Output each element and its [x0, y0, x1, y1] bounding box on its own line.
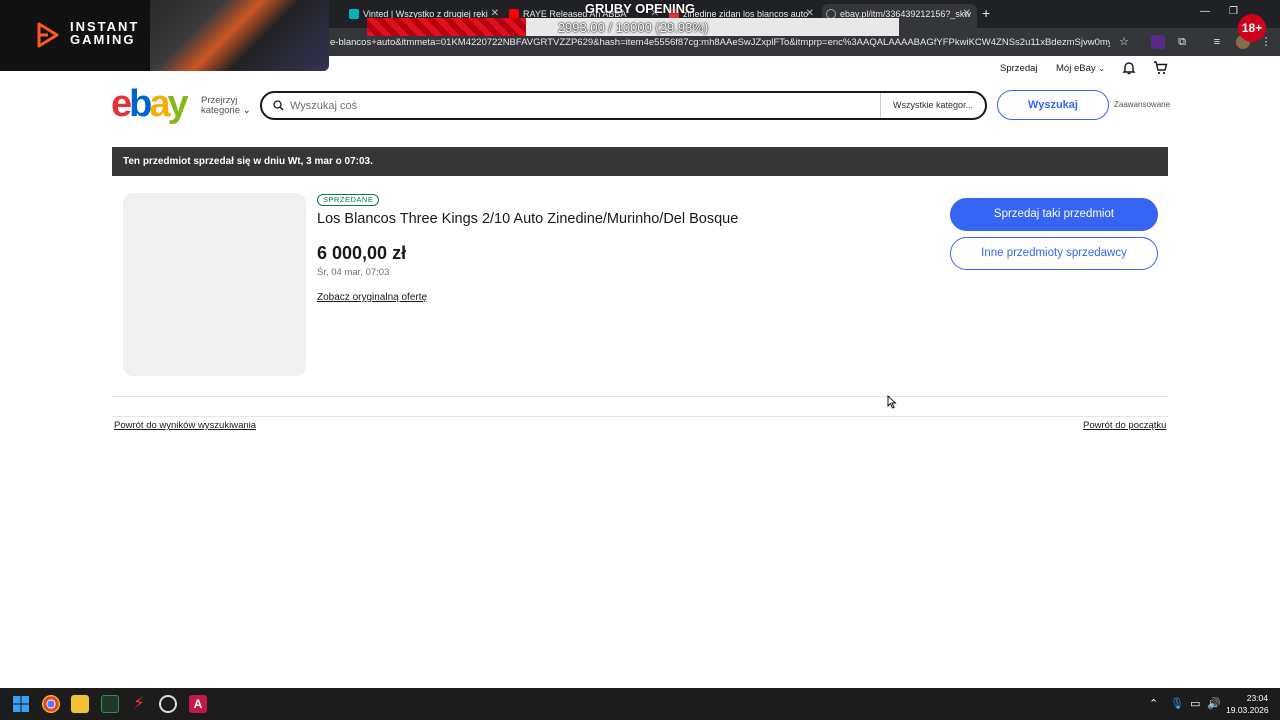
clock-time[interactable]: 23:04 [1240, 693, 1268, 703]
stream-progress-text: 2993.00 / 10000 (29.93%) [557, 20, 709, 35]
instant-gaming-brand: INSTANT GAMING [70, 19, 140, 47]
app-taskbar-icon[interactable]: A [189, 695, 207, 713]
close-icon[interactable]: ✕ [963, 4, 971, 24]
logo-letter: y [167, 83, 189, 125]
maximize-icon[interactable]: ❐ [1229, 6, 1238, 17]
age-rating-badge: 18+ [1238, 14, 1266, 42]
network-icon[interactable]: ▭ [1190, 697, 1200, 710]
cart-icon[interactable] [1153, 61, 1168, 75]
tray-chevron-up-icon[interactable]: ⌃ [1149, 697, 1158, 710]
my-ebay-label: Mój eBay [1056, 63, 1096, 74]
media-control-icon[interactable]: ≡ [1210, 35, 1224, 49]
divider [112, 396, 1168, 397]
search-bar: Wszystkie kategor... [260, 91, 987, 120]
url-field[interactable]: e-blancos+auto&itmmeta=01KM4220722NBFAVG… [330, 37, 1110, 48]
search-input[interactable] [290, 97, 870, 115]
divider [112, 416, 1168, 417]
windows-start-icon[interactable] [13, 696, 29, 712]
sell-link[interactable]: Sprzedaj [1000, 63, 1038, 74]
my-ebay-menu[interactable]: Mój eBay ⌄ [1056, 63, 1105, 74]
file-explorer-icon[interactable] [71, 695, 89, 713]
extension-icon[interactable] [1151, 35, 1165, 49]
item-price: 6 000,00 zł [317, 243, 407, 263]
back-to-top-link[interactable]: Powrót do początku [1083, 420, 1166, 431]
obs-taskbar-icon[interactable] [159, 695, 177, 713]
bookmark-star-icon[interactable]: ☆ [1117, 35, 1131, 49]
item-image-placeholder [123, 193, 306, 376]
chrome-taskbar-icon[interactable] [42, 695, 60, 713]
chevron-down-icon: ⌄ [242, 105, 251, 116]
stream-title: GRUBY OPENING [584, 1, 696, 16]
microphone-icon[interactable]: 🎙 [1170, 697, 1184, 710]
category-select[interactable]: Wszystkie kategor... [880, 93, 980, 118]
sold-date: Śr, 04 mar, 07:03 [317, 267, 390, 278]
logo-letter: b [129, 83, 152, 125]
item-title: Los Blancos Three Kings 2/10 Auto Zinedi… [317, 211, 739, 227]
stream-progress-bar: 2993.00 / 10000 (29.93%) [367, 18, 899, 36]
browse-categories[interactable]: Przejrzyj kategorie ⌄ [201, 96, 251, 116]
logo-letter: a [149, 83, 170, 125]
volume-icon[interactable]: 🔊 [1207, 697, 1221, 710]
instant-gaming-overlay: INSTANT GAMING [0, 0, 329, 71]
search-button[interactable]: Wyszukaj [997, 90, 1109, 120]
windows-taskbar: ⚡ A [0, 688, 1280, 720]
ebay-logo[interactable]: ebay [111, 83, 189, 125]
mouse-cursor-icon [887, 395, 897, 409]
seller-other-items-button[interactable]: Inne przedmioty sprzedawcy [950, 237, 1158, 270]
sold-status-badge: SPRZEDANE [317, 194, 380, 206]
game-art-image [150, 0, 329, 71]
extensions-puzzle-icon[interactable]: ⧉ [1175, 35, 1189, 49]
vinted-favicon-icon [349, 9, 359, 19]
lightning-app-icon[interactable]: ⚡ [130, 695, 148, 713]
advanced-search-link[interactable]: Zaawansowane [1114, 100, 1170, 109]
search-icon [273, 100, 284, 111]
sold-notice-banner: Ten przedmiot sprzedał się w dniu Wt, 3 … [112, 147, 1168, 176]
browse-label-line2: kategorie ⌄ [201, 105, 251, 116]
clock-date[interactable]: 19.03.2026 [1226, 705, 1269, 715]
terminal-taskbar-icon[interactable] [101, 695, 119, 713]
view-original-listing-link[interactable]: Zobacz oryginalną ofertę [317, 292, 427, 303]
minimize-icon[interactable]: — [1200, 6, 1210, 17]
logo-letter: e [111, 83, 132, 125]
back-to-results-link[interactable]: Powrót do wyników wyszukiwania [114, 420, 256, 431]
new-tab-button[interactable]: + [982, 5, 990, 21]
notification-bell-icon[interactable] [1122, 61, 1136, 75]
chevron-down-icon: ⌄ [1098, 64, 1105, 73]
sell-similar-button[interactable]: Sprzedaj taki przedmiot [950, 198, 1158, 231]
instant-gaming-logo-icon [37, 22, 59, 48]
